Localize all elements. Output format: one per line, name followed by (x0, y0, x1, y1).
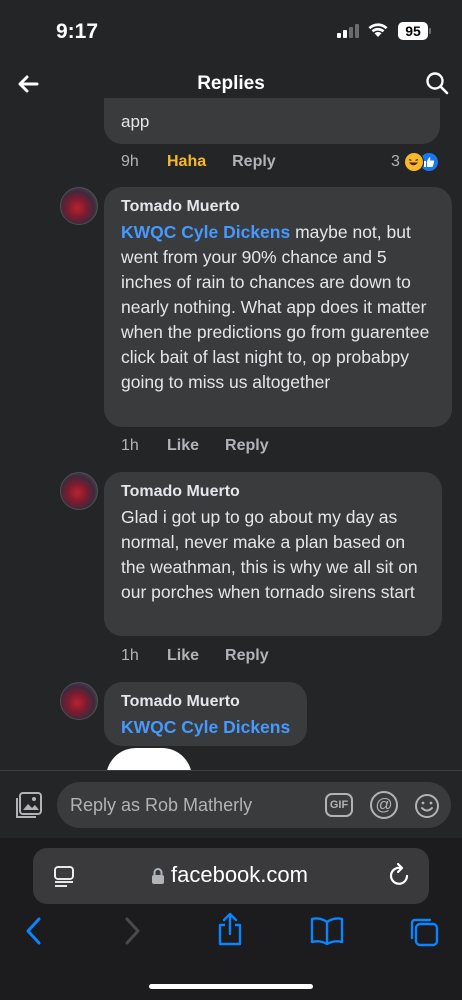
comment-author[interactable]: Tomado Muerto (121, 483, 426, 501)
comment-actions: 9h Haha Reply (121, 153, 302, 171)
gif-button[interactable]: GIF (325, 793, 353, 817)
share-button[interactable] (216, 912, 244, 951)
reply-input[interactable]: Reply as Rob Matherly GIF @ (57, 782, 451, 828)
like-button[interactable]: Like (167, 647, 199, 665)
emoji-icon[interactable] (414, 793, 440, 819)
reply-button[interactable]: Reply (225, 647, 269, 665)
comment-time: 1h (121, 647, 139, 664)
comment-author[interactable]: Tomado Muerto (121, 693, 291, 711)
comment-text: KWQC Cyle Dickens maybe not, but went fr… (121, 220, 436, 395)
reaction-count: 3 (391, 153, 400, 170)
battery-indicator: 95 (398, 22, 428, 40)
avatar[interactable] (60, 682, 98, 720)
comment-text: KWQC Cyle Dickens (121, 715, 291, 740)
avatar[interactable] (60, 472, 98, 510)
reaction-summary[interactable]: 3 (391, 152, 439, 172)
browser-toolbar: facebook.com (0, 838, 462, 1000)
home-indicator (149, 984, 313, 989)
lock-icon (152, 868, 164, 884)
search-icon[interactable] (425, 71, 449, 95)
reply-button[interactable]: Reply (232, 153, 276, 171)
reload-icon[interactable] (388, 862, 412, 888)
cellular-signal-icon (337, 24, 359, 38)
wifi-icon (368, 23, 388, 37)
mention-link[interactable]: KWQC Cyle Dickens (121, 222, 290, 242)
reader-mode-icon[interactable] (53, 865, 75, 887)
reply-placeholder: Reply as Rob Matherly (70, 795, 253, 815)
mention-link[interactable]: KWQC Cyle Dickens (121, 717, 290, 737)
page-title: Replies (197, 73, 265, 94)
comment-time: 1h (121, 437, 139, 454)
comment-bubble: Tomado Muerto KWQC Cyle Dickens maybe no… (104, 187, 452, 427)
forward-button[interactable] (122, 916, 142, 951)
comment-bubble-previous: app (104, 98, 440, 144)
book-icon (310, 917, 344, 946)
avatar[interactable] (60, 187, 98, 225)
haha-reaction-button[interactable]: Haha (167, 153, 206, 171)
haha-emoji-icon (403, 152, 424, 172)
back-button[interactable] (24, 916, 44, 951)
url-domain: facebook.com (171, 862, 308, 887)
browser-nav (0, 912, 462, 956)
chevron-left-icon (26, 917, 41, 945)
share-icon (218, 912, 242, 946)
comment-author[interactable]: Tomado Muerto (121, 198, 436, 216)
comment-bubble: Tomado Muerto KWQC Cyle Dickens (104, 682, 307, 746)
status-bar: 9:17 95 (0, 0, 462, 60)
tabs-button[interactable] (408, 916, 440, 953)
like-button[interactable]: Like (167, 437, 199, 455)
tabs-icon (410, 918, 439, 947)
comment-body-text: maybe not, but went from your 90% chance… (121, 222, 430, 392)
comment-actions: 1h Like Reply (121, 647, 295, 665)
comment-actions: 1h Like Reply (121, 437, 295, 455)
comment-text: Glad i got up to go about my day as norm… (121, 507, 418, 602)
comment-bubble: Tomado Muerto Glad i got up to go about … (104, 472, 442, 636)
photo-icon[interactable] (15, 791, 43, 819)
battery-cap (429, 28, 431, 34)
reply-button[interactable]: Reply (225, 437, 269, 455)
bookmarks-button[interactable] (310, 916, 344, 951)
address-bar[interactable]: facebook.com (33, 848, 429, 904)
comment-text: app (121, 112, 150, 131)
chevron-right-icon (125, 917, 140, 945)
status-time: 9:17 (56, 20, 99, 43)
mention-button[interactable]: @ (370, 791, 398, 819)
comment-time: 9h (121, 153, 139, 170)
reply-composer: Reply as Rob Matherly GIF @ (0, 770, 462, 838)
